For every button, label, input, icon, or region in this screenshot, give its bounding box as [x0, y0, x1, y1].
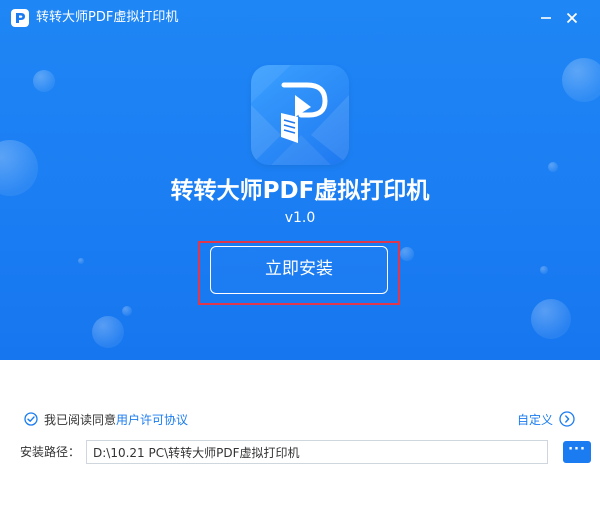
hero-banner: 转转大师PDF虚拟打印机 转转大师PDF虚拟打印机 v1.0 立即安装	[0, 0, 600, 360]
license-agreement-link[interactable]: 用户许可协议	[116, 411, 188, 428]
decor-bubble	[548, 162, 558, 172]
install-path-input[interactable]	[86, 440, 548, 464]
printer-p-logo-icon	[251, 65, 349, 165]
decor-bubble	[33, 70, 55, 92]
agreement-text: 我已阅读同意	[44, 412, 117, 427]
close-button[interactable]	[560, 6, 584, 30]
agreement-row: 我已阅读同意 用户许可协议	[24, 409, 188, 429]
decor-bubble	[540, 266, 548, 274]
window-title: 转转大师PDF虚拟打印机	[36, 10, 179, 25]
title-bar[interactable]: 转转大师PDF虚拟打印机	[0, 0, 600, 36]
decor-bubble	[531, 299, 571, 339]
check-circle-icon[interactable]	[24, 412, 38, 426]
decor-bubble	[78, 258, 84, 264]
app-logo-icon	[11, 9, 29, 27]
decor-bubble	[122, 306, 132, 316]
custom-install-link[interactable]: 自定义	[517, 409, 575, 429]
decor-bubble	[562, 58, 600, 102]
browse-button[interactable]: ···	[563, 441, 591, 463]
minimize-button[interactable]	[534, 6, 558, 30]
decor-bubble	[92, 316, 124, 348]
custom-install-label: 自定义	[517, 412, 554, 427]
minimize-icon	[541, 17, 551, 19]
install-path-label: 安装路径：	[20, 445, 81, 459]
app-version: v1.0	[284, 210, 316, 226]
chevron-right-circle-icon	[559, 411, 575, 427]
settings-panel	[0, 360, 600, 506]
close-icon	[566, 12, 578, 24]
install-now-button[interactable]: 立即安装	[210, 246, 388, 294]
decor-bubble	[400, 247, 414, 261]
app-logo	[251, 65, 349, 165]
installer-window: 转转大师PDF虚拟打印机 转转大师PDF虚拟打印机 v1.0 立即安装 我已阅读…	[0, 0, 600, 506]
app-name: 转转大师PDF虚拟打印机	[170, 178, 430, 204]
